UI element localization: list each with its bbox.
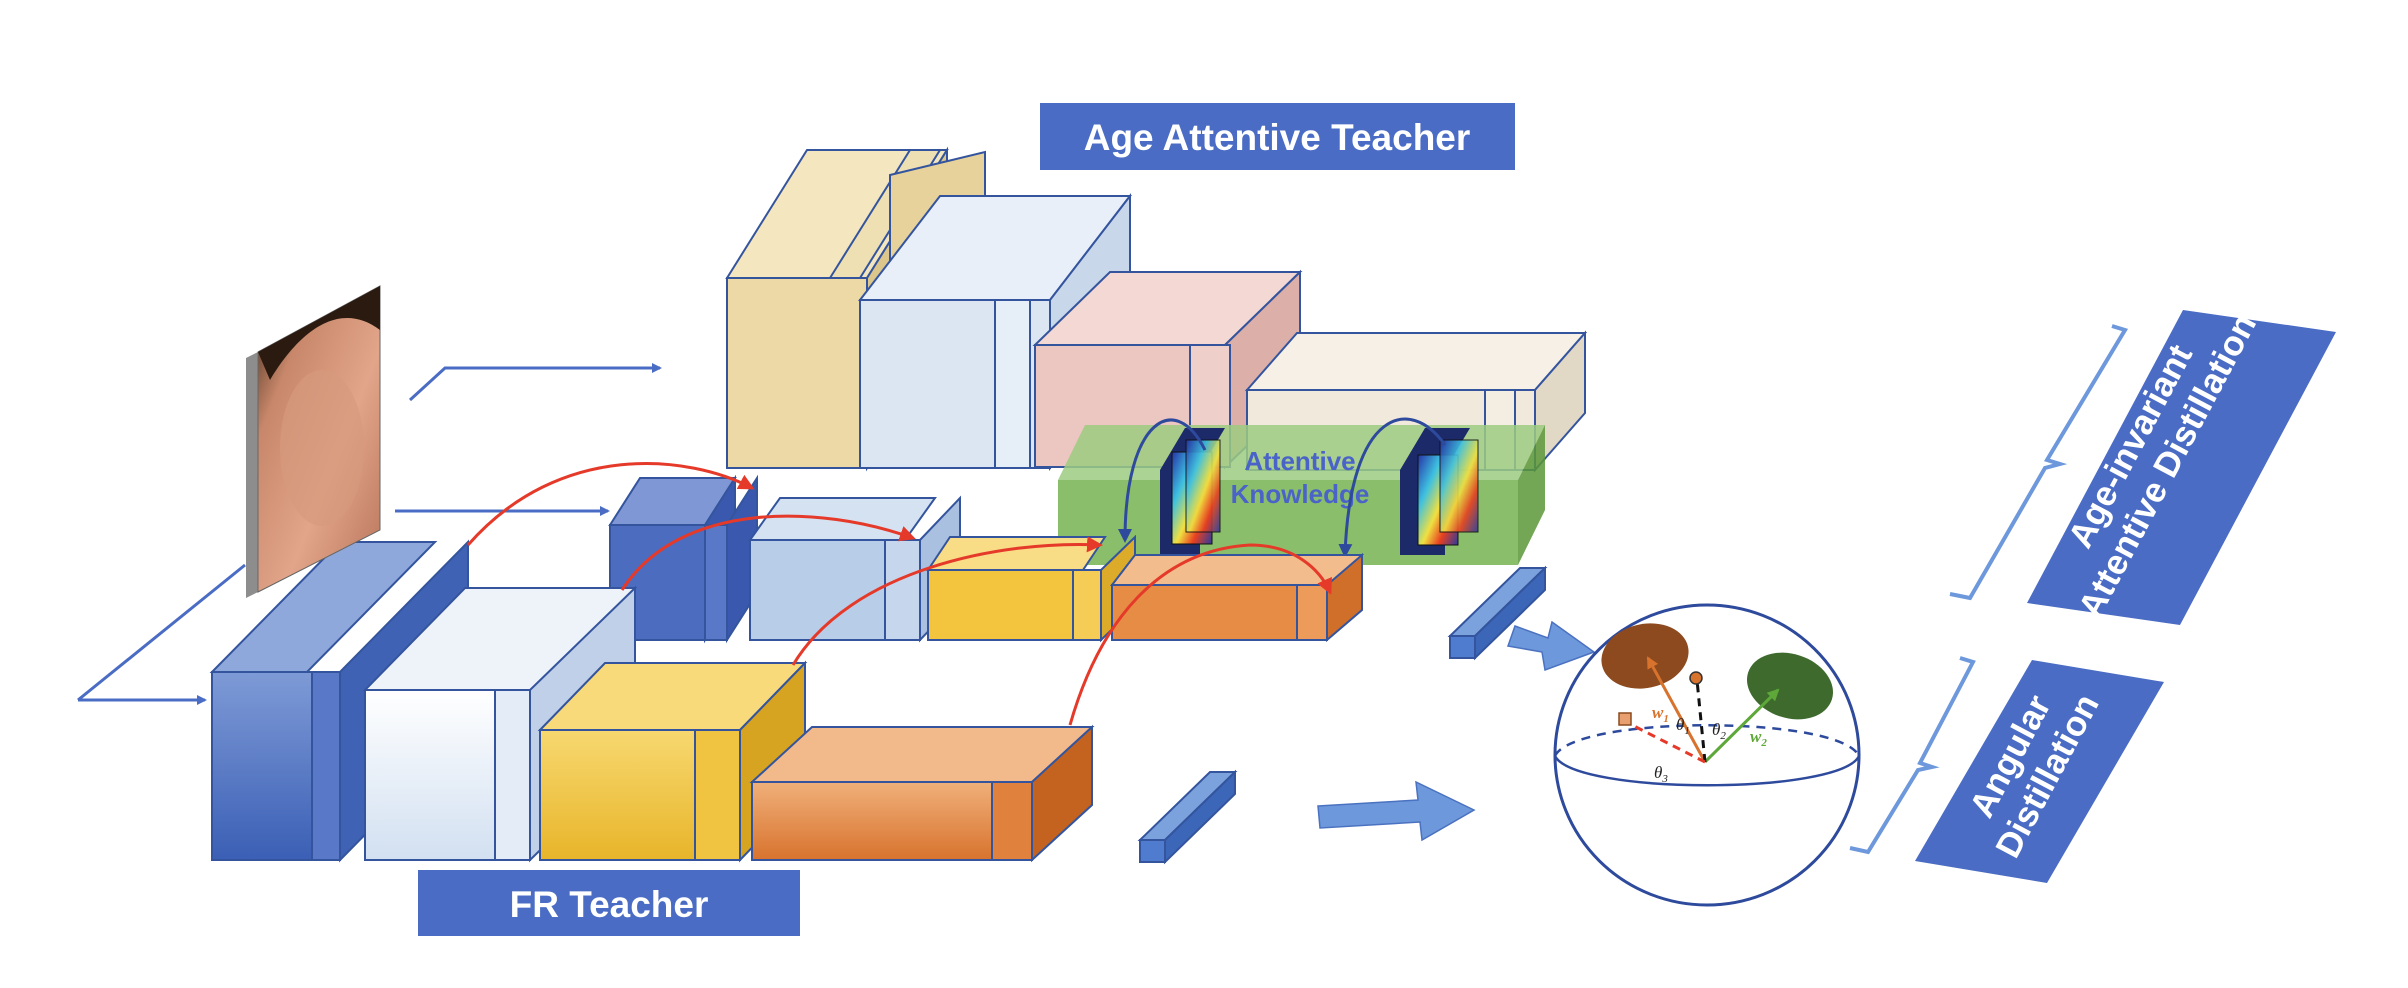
theta2-sub: 2 (1720, 730, 1726, 742)
theta1-label: θ (1676, 715, 1684, 734)
age-teacher-label: Age Attentive Teacher (1040, 103, 1515, 170)
attentive-label-line1: Attentive (1244, 446, 1355, 476)
theta2-label: θ (1712, 720, 1720, 739)
architecture-diagram: Attentive Knowledge w1 w2 θ1 θ2 θ3 Age A… (77, 103, 2336, 936)
mid-orange-block (1109, 552, 1365, 643)
age-invariant-label: Age-invariantAttentive Distillation (2027, 307, 2336, 625)
w1-sub: 1 (1663, 713, 1669, 725)
theta3-label: θ (1654, 763, 1662, 782)
hypersphere: w1 w2 θ1 θ2 θ3 (1553, 603, 1861, 907)
w2-label: w (1750, 727, 1762, 746)
theta1-sub: 1 (1684, 725, 1690, 737)
w1-label: w (1652, 703, 1664, 722)
angular-distillation-label: AngularDistillation (1915, 660, 2164, 883)
fr-teacher-label-text: FR Teacher (510, 884, 709, 925)
fr-teacher-label: FR Teacher (418, 870, 800, 936)
age-teacher-label-text: Age Attentive Teacher (1084, 117, 1471, 158)
fr-block-4 (749, 724, 1095, 863)
feature-vector-bottom (1137, 769, 1238, 865)
age-teacher-blocks (725, 146, 1588, 473)
theta3-sub: 3 (1661, 773, 1668, 785)
w2-sub: 2 (1760, 737, 1767, 749)
